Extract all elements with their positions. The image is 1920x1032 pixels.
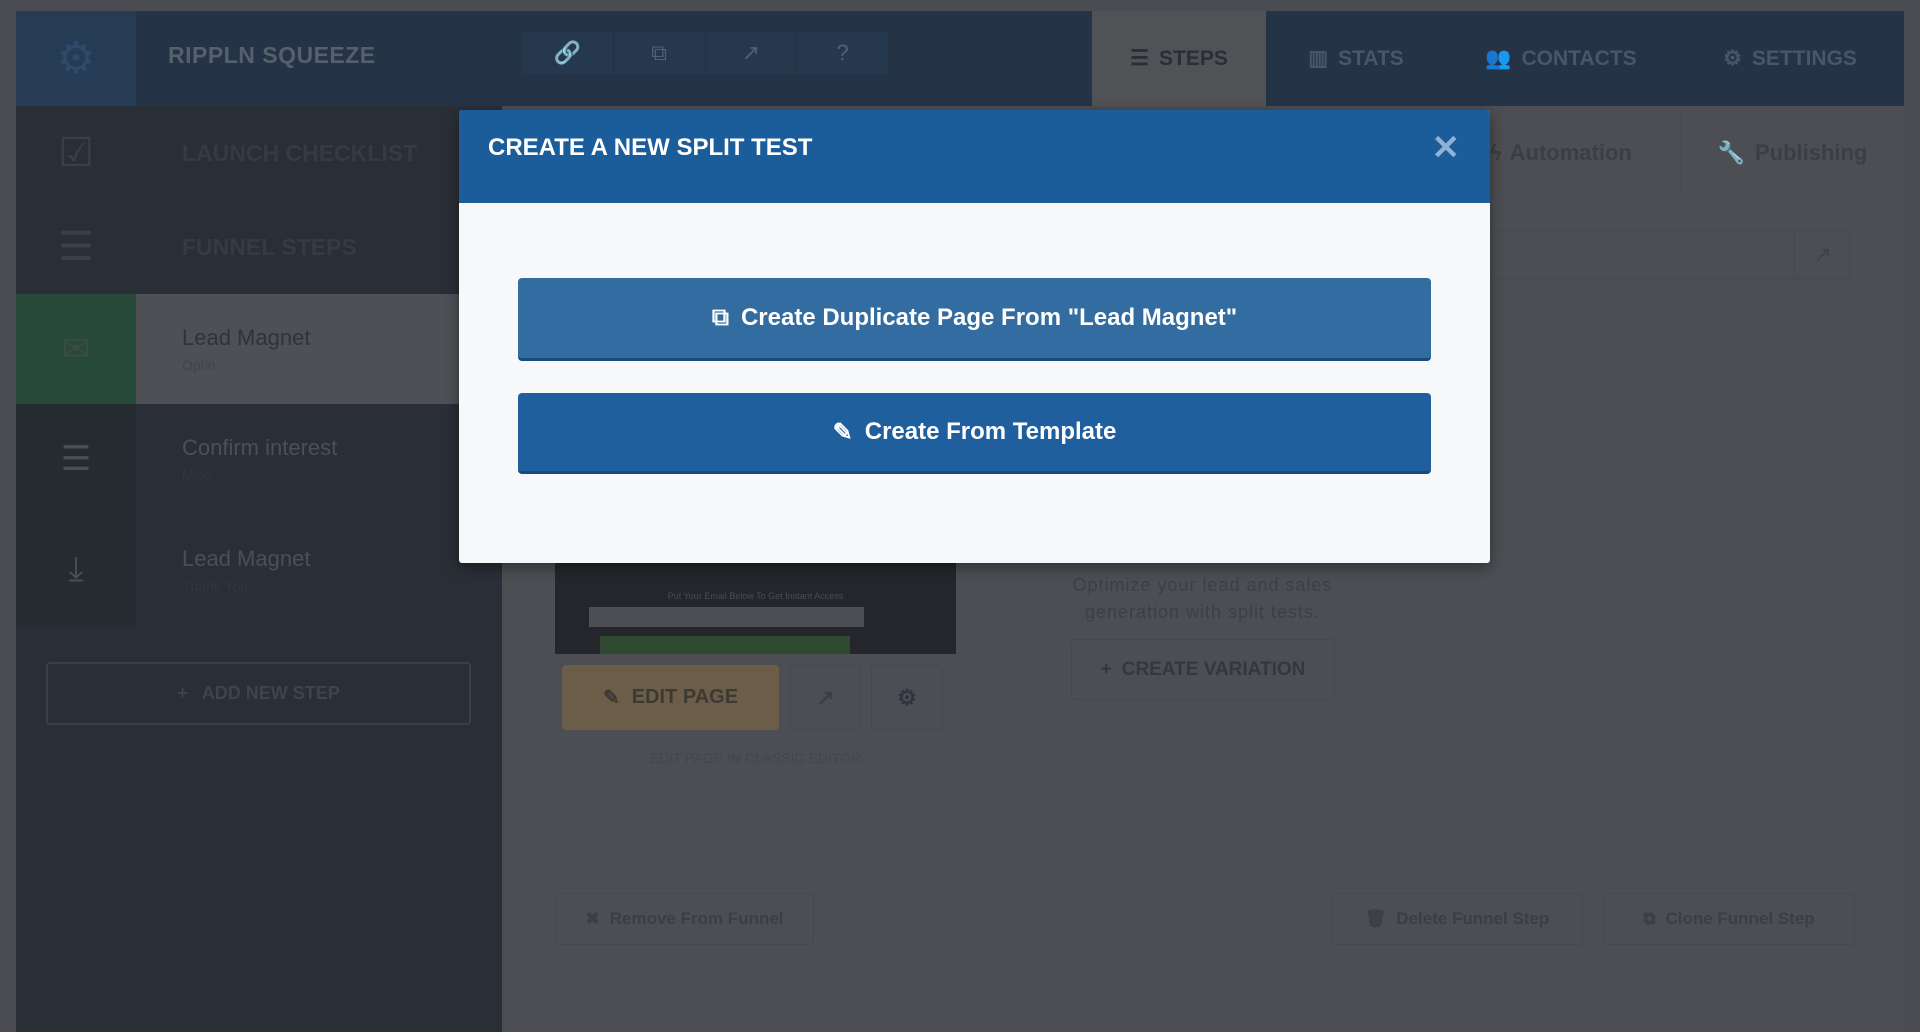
- gear-icon: ⚙: [1723, 47, 1742, 70]
- edit-icon: ✎: [832, 418, 853, 446]
- tab-label: STATS: [1338, 46, 1404, 70]
- plus-icon: +: [1100, 658, 1112, 680]
- tab-settings[interactable]: ⚙ SETTINGS: [1676, 11, 1904, 106]
- button-label: Delete Funnel Step: [1396, 909, 1550, 928]
- list-icon: ☰: [1130, 47, 1149, 70]
- step-type: Misc: [182, 467, 211, 483]
- close-icon[interactable]: ✕: [1432, 128, 1461, 168]
- tab-label: Automation: [1509, 140, 1632, 165]
- button-label: Clone Funnel Step: [1665, 909, 1815, 928]
- tab-label: Publishing: [1754, 140, 1868, 165]
- bar-chart-icon: ▥: [1308, 47, 1329, 70]
- description-line: Optimize your lead and sales: [1072, 575, 1333, 595]
- external-link-icon[interactable]: ↗: [706, 32, 798, 74]
- copy-icon: ⧉: [711, 304, 729, 331]
- edit-icon: ✎: [602, 687, 620, 709]
- copy-icon: ⧉: [1643, 909, 1656, 928]
- sidebar-item-launch-checklist[interactable]: ☑ LAUNCH CHECKLIST: [16, 106, 502, 200]
- trash-icon: 🗑: [1364, 909, 1387, 928]
- gear-icon: ⚙: [897, 684, 917, 710]
- copy-icon[interactable]: ⧉: [614, 32, 706, 74]
- create-variation-button[interactable]: + CREATE VARIATION: [1071, 639, 1335, 700]
- envelope-icon: ✉: [16, 294, 136, 404]
- button-label: CREATE VARIATION: [1121, 658, 1306, 680]
- remove-from-funnel-button[interactable]: ✖ Remove From Funnel: [555, 893, 814, 945]
- menu-icon: ☰: [58, 225, 94, 269]
- description-line: generation with split tests.: [1084, 602, 1321, 622]
- add-new-step-button[interactable]: + ADD NEW STEP: [46, 662, 471, 725]
- external-link-icon: ↗: [816, 684, 835, 710]
- download-icon: ⤓: [16, 514, 136, 625]
- thumbnail-input: [589, 607, 864, 627]
- funnel-title: RIPPLN SQUEEZE: [168, 42, 376, 68]
- tab-stats[interactable]: ▥ STATS: [1266, 11, 1446, 106]
- tab-label: CONTACTS: [1521, 46, 1637, 70]
- tab-publishing[interactable]: 🔧 Publishing: [1680, 110, 1904, 196]
- tab-label: SETTINGS: [1751, 46, 1857, 70]
- link-icon[interactable]: 🔗: [522, 32, 614, 74]
- step-name: Lead Magnet: [182, 325, 311, 350]
- step-name: Lead Magnet: [182, 545, 311, 571]
- split-test-modal: CREATE A NEW SPLIT TEST ✕ ⧉ Create Duplic…: [459, 110, 1490, 563]
- button-label: Remove From Funnel: [609, 909, 784, 928]
- tab-label: STEPS: [1158, 46, 1228, 70]
- step-type: Optin: [182, 357, 216, 373]
- users-icon: 👥: [1485, 46, 1512, 70]
- tab-contacts[interactable]: 👥 CONTACTS: [1446, 11, 1676, 106]
- button-label: Create From Template: [864, 418, 1117, 445]
- funnel-step-thank-you[interactable]: ⤓ Lead Magnet Thank You: [16, 514, 502, 625]
- button-label: ADD NEW STEP: [201, 683, 340, 703]
- delete-funnel-step-button[interactable]: 🗑 Delete Funnel Step: [1331, 893, 1583, 945]
- button-label: EDIT PAGE: [631, 686, 739, 708]
- page-settings-button[interactable]: ⚙: [871, 665, 943, 730]
- modal-title: CREATE A NEW SPLIT TEST: [488, 134, 813, 161]
- funnel-step-lead-magnet[interactable]: ✉ Lead Magnet Optin: [16, 294, 502, 404]
- help-icon[interactable]: ?: [797, 32, 888, 74]
- close-icon: ✖: [585, 909, 600, 928]
- thumbnail-text: Put Your Email Below To Get Instant Acce…: [667, 591, 844, 601]
- list-icon: ☰: [16, 404, 136, 514]
- toolbar: 🔗 ⧉ ↗ ?: [522, 32, 888, 74]
- external-link-icon[interactable]: ↗: [1794, 230, 1850, 279]
- clone-funnel-step-button[interactable]: ⧉ Clone Funnel Step: [1603, 893, 1855, 945]
- split-test-description: Optimize your lead and sales generation w…: [1040, 572, 1365, 626]
- checkbox-icon: ☑: [58, 131, 94, 175]
- step-name: Confirm interest: [182, 435, 338, 460]
- button-label: Create Duplicate Page From "Lead Magnet": [740, 304, 1238, 331]
- step-type: Thank You: [182, 577, 249, 594]
- wrench-icon: 🔧: [1717, 140, 1745, 165]
- sidebar-label: LAUNCH CHECKLIST: [182, 139, 418, 166]
- edit-page-button[interactable]: ✎ EDIT PAGE: [562, 665, 779, 730]
- create-duplicate-button[interactable]: ⧉ Create Duplicate Page From "Lead Magnet…: [518, 278, 1431, 361]
- tab-automation[interactable]: ϟ Automation: [1490, 110, 1680, 196]
- create-from-template-button[interactable]: ✎ Create From Template: [518, 393, 1431, 474]
- classic-editor-link[interactable]: EDIT PAGE IN CLASSIC EDITOR: [555, 750, 956, 766]
- page-thumbnail: Put Your Email Below To Get Instant Acce…: [555, 563, 956, 654]
- thumbnail-button: [600, 636, 850, 654]
- open-page-button[interactable]: ↗: [790, 665, 861, 730]
- logo-icon[interactable]: ⚙: [16, 11, 136, 106]
- tab-steps[interactable]: ☰ STEPS: [1092, 11, 1266, 106]
- sidebar-item-funnel-steps[interactable]: ☰ FUNNEL STEPS: [16, 200, 502, 294]
- bolt-icon: ϟ: [1490, 140, 1502, 165]
- sidebar-label: FUNNEL STEPS: [182, 233, 357, 260]
- funnel-step-confirm-interest[interactable]: ☰ Confirm interest Misc: [16, 404, 502, 514]
- plus-icon: +: [177, 683, 188, 703]
